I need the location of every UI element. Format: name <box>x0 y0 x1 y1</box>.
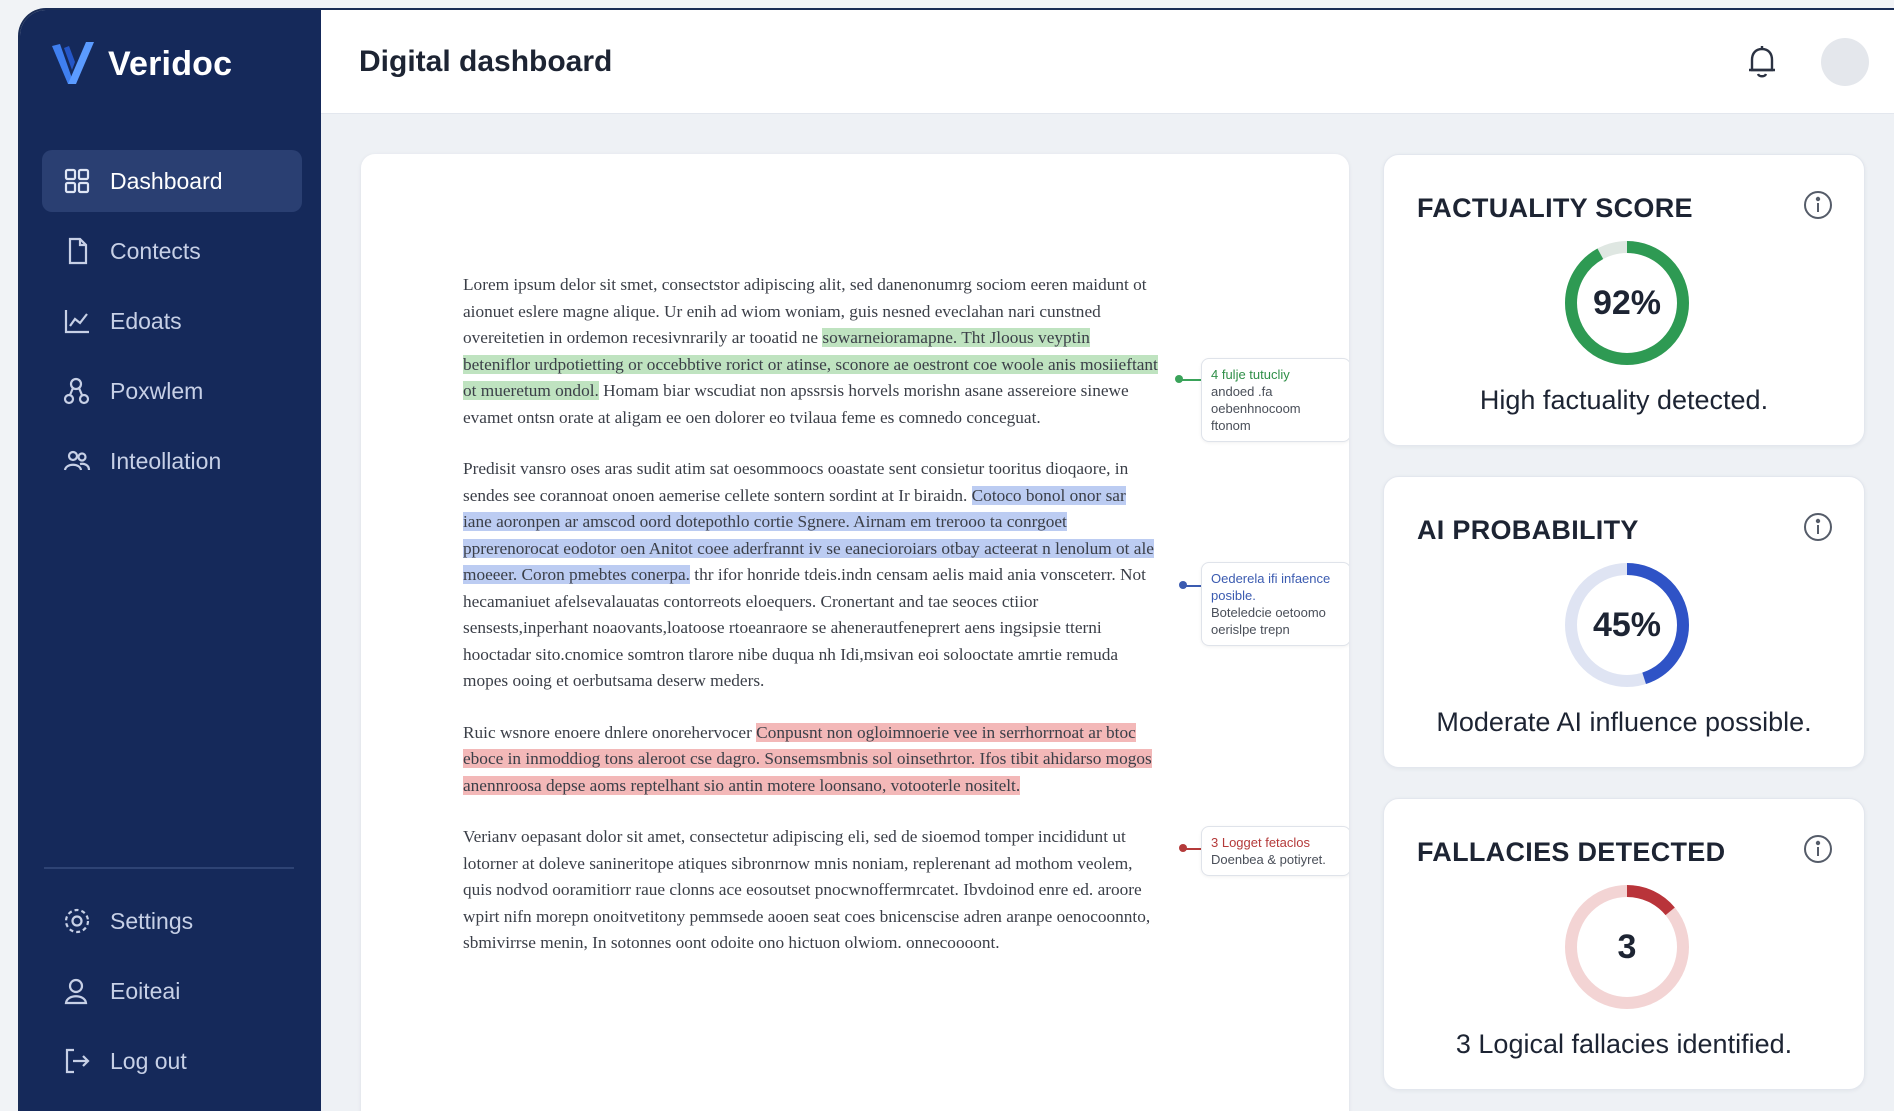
gear-icon <box>64 908 90 934</box>
annotation-lead: Oederela ifi infaence posible. <box>1211 571 1331 603</box>
annotation-dot <box>1179 844 1187 852</box>
sidebar-nav: Dashboard Contects Edoats Poxwlem Inteol… <box>42 150 302 500</box>
logo-icon <box>52 42 94 84</box>
sidebar-item-edoats[interactable]: Edoats <box>42 290 302 352</box>
sidebar: Veridoc Dashboard Contects Edoats Poxwle… <box>20 10 321 1111</box>
sidebar-item-label: Eoiteai <box>110 977 181 1004</box>
metric-caption: 3 Logical fallacies identified. <box>1455 1029 1793 1059</box>
metric-caption: High factuality detected. <box>1479 385 1769 415</box>
logout-icon <box>65 1048 90 1074</box>
fallacies-card: FALLACIES DETECTED 3 3 Logical fallacies… <box>1383 798 1865 1090</box>
sidebar-item-label: Edoats <box>110 307 182 334</box>
page-title: Digital dashboard <box>359 45 613 78</box>
metric-title: AI PROBABILITY <box>1417 515 1639 545</box>
factuality-card: FACTUALITY SCORE 92% High factuality det… <box>1383 154 1865 446</box>
metric-title: FACTUALITY SCORE <box>1417 193 1693 223</box>
sidebar-item-eoiteai[interactable]: Eoiteai <box>42 960 302 1022</box>
ai-probability-card: AI PROBABILITY 45% Moderate AI influence… <box>1383 476 1865 768</box>
annotation-ai[interactable]: Oederela ifi infaence posible. Boteledci… <box>1201 562 1349 646</box>
sidebar-item-poxwlem[interactable]: Poxwlem <box>42 360 302 422</box>
document-paragraph: Ruic wsnore enoere dnlere onorehervocer … <box>463 720 1158 800</box>
metric-caption: Moderate AI influence possible. <box>1436 707 1812 737</box>
sidebar-item-label: Poxwlem <box>110 377 204 404</box>
user-icon <box>64 978 88 1005</box>
sidebar-item-label: Contects <box>110 237 201 264</box>
info-icon[interactable] <box>1802 833 1834 865</box>
sidebar-item-label: Settings <box>110 907 194 934</box>
document-icon <box>68 237 88 265</box>
info-icon[interactable] <box>1802 189 1834 221</box>
users-icon <box>63 450 91 471</box>
annotation-dot <box>1179 581 1187 589</box>
annotation-body: andoed .fa oebenhnocoom ftonom <box>1211 384 1301 433</box>
chart-icon <box>64 310 89 334</box>
app-window: Veridoc Dashboard Contects Edoats Poxwle… <box>20 10 1894 1111</box>
bell-icon[interactable] <box>1745 44 1779 80</box>
paragraph-text: Verianv oepasant dolor sit amet, consect… <box>463 827 1151 952</box>
info-icon[interactable] <box>1802 511 1834 543</box>
sidebar-bottom-nav: Settings Eoiteai Log out <box>42 890 302 1100</box>
document-paragraph: Verianv oepasant dolor sit amet, consect… <box>463 824 1158 957</box>
annotation-dot <box>1175 375 1183 383</box>
sidebar-item-inteollation[interactable]: Inteollation <box>42 430 302 492</box>
annotation-fallacy[interactable]: 3 Logget fetaclos Doenbea & potiyret. <box>1201 826 1349 876</box>
document-paragraph: Predisit vansro oses aras sudit atim sat… <box>463 456 1158 695</box>
top-header: Digital dashboard <box>321 10 1894 114</box>
annotation-factual[interactable]: 4 fulje tutucliy andoed .fa oebenhnocoom… <box>1201 358 1349 442</box>
annotation-lead: 4 fulje tutucliy <box>1211 367 1290 382</box>
ai-probability-value: 45% <box>1592 605 1662 644</box>
annotation-lead: 3 Logget fetaclos <box>1211 835 1311 850</box>
sidebar-item-contects[interactable]: Contects <box>42 220 302 282</box>
document-panel: Lorem ipsum delor sit smet, consectstor … <box>361 154 1349 1111</box>
brand-name: Veridoc <box>108 44 233 83</box>
sidebar-item-settings[interactable]: Settings <box>42 890 302 952</box>
factuality-value: 92% <box>1592 283 1662 322</box>
paragraph-text: Ruic wsnore enoere dnlere onorehervocer <box>463 722 757 742</box>
brand[interactable]: Veridoc <box>50 40 232 88</box>
sidebar-item-label: Log out <box>110 1047 187 1074</box>
metric-title: FALLACIES DETECTED <box>1417 837 1726 867</box>
sidebar-divider <box>44 867 294 869</box>
sidebar-item-dashboard[interactable]: Dashboard <box>42 150 302 212</box>
avatar[interactable] <box>1821 38 1869 86</box>
grid-icon <box>64 168 90 194</box>
annotation-body: Boteledcie oetoomo oerislpe trepn <box>1211 605 1326 637</box>
fallacies-value: 3 <box>1617 927 1637 966</box>
annotation-body: Doenbea & potiyret. <box>1211 852 1326 867</box>
sidebar-item-label: Inteollation <box>110 447 222 474</box>
sidebar-item-label: Dashboard <box>110 167 223 194</box>
sidebar-item-logout[interactable]: Log out <box>42 1030 302 1092</box>
nodes-icon <box>63 377 90 405</box>
document-paragraph: Lorem ipsum delor sit smet, consectstor … <box>463 272 1158 431</box>
document-body: Lorem ipsum delor sit smet, consectstor … <box>463 272 1158 982</box>
